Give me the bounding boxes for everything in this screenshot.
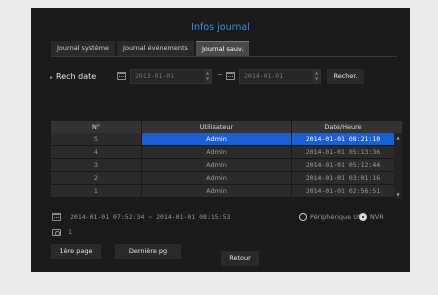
cell-user: Admin xyxy=(141,146,291,158)
first-page-button[interactable]: 1ère page xyxy=(51,244,101,259)
tab-bar: Journal système Journal événements Journ… xyxy=(51,41,250,56)
search-date-label-text: Rech date xyxy=(56,72,97,81)
scroll-down-icon[interactable]: ▼ xyxy=(394,192,402,197)
start-date-spinner[interactable]: ▲ ▼ xyxy=(204,70,211,83)
cell-datetime: 2014-01-01 05:13:36 xyxy=(291,146,394,158)
backup-log-table: N° Utilisateur Date/Heure 5 Admin 2014-0… xyxy=(51,121,402,199)
tab-system-log[interactable]: Journal système xyxy=(51,41,116,56)
column-header-number: N° xyxy=(91,123,101,131)
calendar-icon[interactable] xyxy=(226,72,235,80)
cell-user: Admin xyxy=(141,159,291,171)
end-date-spinner[interactable]: ▲ ▼ xyxy=(313,70,320,83)
log-info-dialog: Infos journal Journal système Journal év… xyxy=(31,8,410,272)
tab-event-log[interactable]: Journal événements xyxy=(117,41,194,56)
cell-datetime: 2014-01-01 08:21:10 xyxy=(291,133,394,145)
table-row[interactable]: 1 Admin 2014-01-01 02:56:51 xyxy=(51,185,402,198)
bullet-icon: ▸ xyxy=(50,74,54,81)
calendar-icon[interactable] xyxy=(117,72,126,80)
search-button[interactable]: Recher. xyxy=(327,69,364,84)
cell-number: 1 xyxy=(51,185,141,197)
tab-divider xyxy=(51,56,397,57)
cell-number: 3 xyxy=(51,159,141,171)
table-header: N° Utilisateur Date/Heure xyxy=(51,121,402,133)
backup-details: 2014-01-01 07:52:34 ~ 2014-01-01 08:15:5… xyxy=(52,211,402,223)
table-row[interactable]: 3 Admin 2014-01-01 05:12:44 xyxy=(51,159,402,172)
search-date-label: ▸ Rech date xyxy=(50,69,96,85)
date-separator: ~ xyxy=(217,71,223,79)
search-row: ▸ Rech date 2013-01-01 ▲ ▼ ~ 2014-01-01 ▲ ▼… xyxy=(50,69,400,85)
cell-datetime: 2014-01-01 02:56:51 xyxy=(291,185,394,197)
column-header-user: Utilisateur xyxy=(141,121,291,133)
camera-count: 1 xyxy=(68,228,73,236)
backup-type: NVR xyxy=(370,213,384,221)
table-scrollbar[interactable]: ▲ ▼ xyxy=(394,133,402,199)
cell-datetime: 2014-01-01 05:12:44 xyxy=(291,159,394,171)
table-row[interactable]: 5 Admin 2014-01-01 08:21:10 xyxy=(51,133,402,146)
scroll-up-icon[interactable]: ▲ xyxy=(394,135,402,140)
usb-device-icon xyxy=(299,213,307,221)
calendar-icon xyxy=(52,213,61,221)
last-page-button[interactable]: Dernière pg xyxy=(115,244,181,259)
camera-icon xyxy=(52,229,61,236)
table-row[interactable]: 2 Admin 2014-01-01 03:01:16 xyxy=(51,172,402,185)
back-button[interactable]: Retour xyxy=(221,251,259,266)
cell-number: 4 xyxy=(51,146,141,158)
cell-datetime: 2014-01-01 03:01:16 xyxy=(291,172,394,184)
tab-backup-log[interactable]: Journal sauv. xyxy=(195,41,250,56)
table-row[interactable]: 4 Admin 2014-01-01 05:13:36 xyxy=(51,146,402,159)
end-date-input[interactable]: 2014-01-01 xyxy=(239,69,321,84)
cell-number: 2 xyxy=(51,172,141,184)
cell-user: Admin xyxy=(141,172,291,184)
start-date-input[interactable]: 2013-01-01 xyxy=(130,69,212,84)
cell-number: 5 xyxy=(51,133,141,145)
cell-user: Admin xyxy=(141,185,291,197)
cell-user: Admin xyxy=(141,133,291,145)
disc-icon xyxy=(359,213,367,221)
dialog-title: Infos journal xyxy=(191,22,250,33)
backup-time-range: 2014-01-01 07:52:34 ~ 2014-01-01 08:15:5… xyxy=(70,213,231,221)
column-header-datetime: Date/Heure xyxy=(291,121,394,133)
